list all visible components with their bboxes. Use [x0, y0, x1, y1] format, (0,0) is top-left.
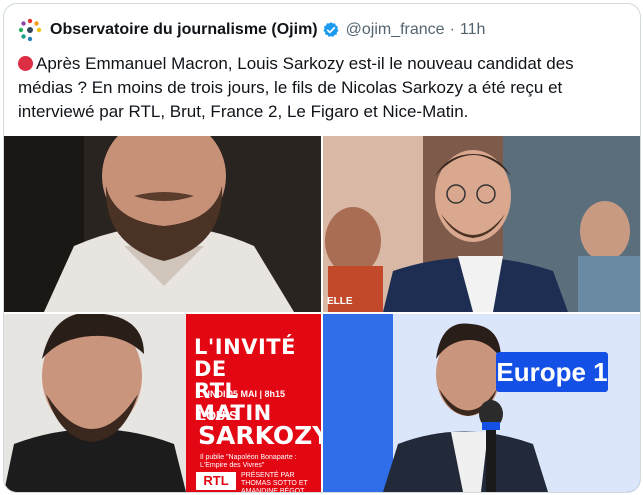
rtl-overlay: L'INVITÉ DE RTL MATIN LUNDI 05 MAI | 8h15…	[186, 314, 321, 492]
ojim-logo-icon[interactable]	[18, 18, 42, 42]
media-grid: ELLE L'INVITÉ DE RTL MATIN LUNDI 05 MAI |…	[4, 136, 640, 492]
tweet-header: Observatoire du journalisme (Ojim) @ojim…	[18, 18, 485, 42]
separator: ·	[449, 21, 455, 38]
rtl-logo: RTL	[196, 472, 236, 490]
photo-rtl-card[interactable]: L'INVITÉ DE RTL MATIN LUNDI 05 MAI | 8h15…	[4, 314, 321, 492]
rtl-date: LUNDI 05 MAI | 8h15	[198, 389, 286, 399]
rtl-title-line1: L'INVITÉ DE	[194, 335, 296, 381]
verified-badge-icon	[323, 22, 339, 37]
svg-text:ELLE: ELLE	[327, 296, 353, 307]
tweet-card[interactable]: Observatoire du journalisme (Ojim) @ojim…	[3, 3, 641, 493]
red-circle-icon	[18, 56, 33, 71]
rtl-guest-last-name: SARKOZY	[198, 421, 321, 450]
photo-brut-image	[4, 136, 321, 312]
rtl-credit: PRÉSENTÉ PAR THOMAS SOTTO ET AMANDINE BÉ…	[241, 472, 308, 492]
photo-europe1-image	[323, 314, 640, 492]
timestamp[interactable]: 11h	[460, 21, 486, 39]
author-handle[interactable]: @ojim_france	[346, 21, 445, 39]
photo-france2-studio[interactable]: ELLE	[323, 136, 640, 312]
tweet-text: Après Emmanuel Macron, Louis Sarkozy est…	[18, 52, 618, 124]
photo-france2-image: ELLE	[323, 136, 640, 312]
author-name[interactable]: Observatoire du journalisme (Ojim)	[50, 21, 318, 39]
tweet-body: Après Emmanuel Macron, Louis Sarkozy est…	[18, 54, 574, 121]
photo-brut-interview[interactable]	[4, 136, 321, 312]
rtl-subtitle: Il publie "Napoléon Bonaparte : L'Empire…	[200, 454, 297, 469]
europe1-logo: Europe 1	[496, 352, 608, 392]
photo-europe1-studio[interactable]: Europe 1	[323, 314, 640, 492]
